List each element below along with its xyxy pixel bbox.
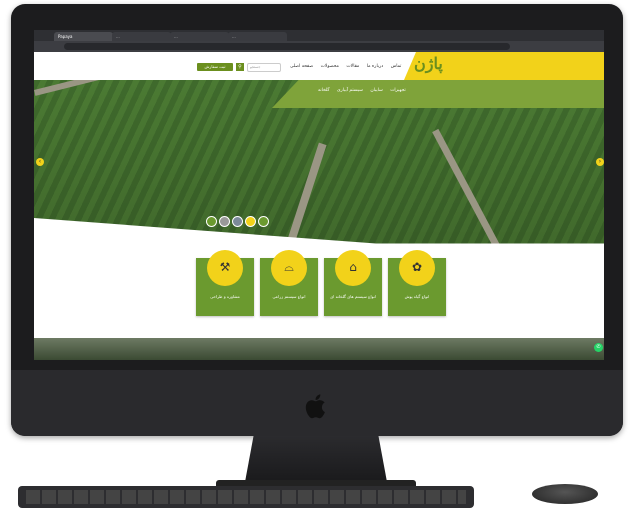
- dome-icon: ⌂: [349, 260, 357, 274]
- service-card-farming[interactable]: ⌓ انواع سیستم زراعی: [260, 250, 318, 316]
- address-row: [34, 41, 604, 52]
- main-nav: تماس درباره ما مقالات محصولات صفحه اصلی: [284, 64, 401, 69]
- browser-tab[interactable]: ...: [228, 32, 287, 41]
- slider-next-arrow-icon[interactable]: ›: [596, 158, 604, 166]
- thumbnail-dot[interactable]: [232, 216, 243, 227]
- whatsapp-icon[interactable]: ✆: [594, 343, 603, 352]
- search-icon[interactable]: ⚲: [236, 63, 244, 71]
- slider-prev-arrow-icon[interactable]: ‹: [36, 158, 44, 166]
- browser-tab[interactable]: ...: [170, 32, 229, 41]
- service-card-plant-cover[interactable]: ✿ انواع گیاه پوش: [388, 250, 446, 316]
- subnav-item[interactable]: گلخانه: [318, 88, 330, 93]
- nav-item[interactable]: تماس: [391, 64, 402, 69]
- nav-item[interactable]: درباره ما: [367, 64, 384, 69]
- thumbnail-dot[interactable]: [219, 216, 230, 227]
- browser-tab[interactable]: ...: [112, 32, 171, 41]
- service-card-consulting[interactable]: ⚒ مشاوره و طراحی: [196, 250, 254, 316]
- monitor-stand: [245, 436, 387, 482]
- card-label: انواع سیستم زراعی: [272, 294, 306, 299]
- card-label: انواع سیستم های گلخانه ای: [330, 294, 376, 299]
- screen: Papaya ... ... ... پاژن تماس درباره ما م…: [34, 30, 604, 360]
- card-label: انواع گیاه پوش: [404, 294, 430, 299]
- subnav-item[interactable]: سیستم آبیاری: [337, 88, 363, 93]
- thumbnail-dot[interactable]: [245, 216, 256, 227]
- order-button[interactable]: ثبت سفارش: [197, 63, 233, 71]
- plant-icon: ✿: [411, 260, 423, 274]
- nav-item[interactable]: محصولات: [321, 64, 339, 69]
- thumbnail-dot[interactable]: [206, 216, 217, 227]
- service-card-greenhouse[interactable]: ⌂ انواع سیستم های گلخانه ای: [324, 250, 382, 316]
- card-label: مشاوره و طراحی: [210, 294, 240, 299]
- apple-logo-icon: [305, 394, 325, 419]
- footer-image-strip: [34, 338, 604, 360]
- subnav-item[interactable]: تجهیزات: [390, 88, 406, 93]
- mouse: [532, 484, 598, 504]
- browser-tab[interactable]: Papaya: [54, 32, 113, 41]
- nav-item[interactable]: مقالات: [346, 64, 359, 69]
- thumbnail-dot[interactable]: [258, 216, 269, 227]
- search-input[interactable]: جستجو: [247, 63, 281, 72]
- site-logo[interactable]: پاژن: [414, 54, 443, 73]
- subnav-item[interactable]: سایبان: [370, 88, 382, 93]
- nav-item[interactable]: صفحه اصلی: [290, 64, 313, 69]
- sub-navigation-items: تجهیزات سایبان سیستم آبیاری گلخانه: [312, 88, 406, 93]
- keyboard: [18, 486, 474, 508]
- tools-icon: ⚒: [219, 260, 231, 274]
- tunnel-icon: ⌓: [284, 260, 294, 274]
- address-bar[interactable]: [64, 43, 510, 50]
- sub-navigation: [272, 80, 604, 108]
- browser-tabs: Papaya ... ... ...: [34, 30, 604, 41]
